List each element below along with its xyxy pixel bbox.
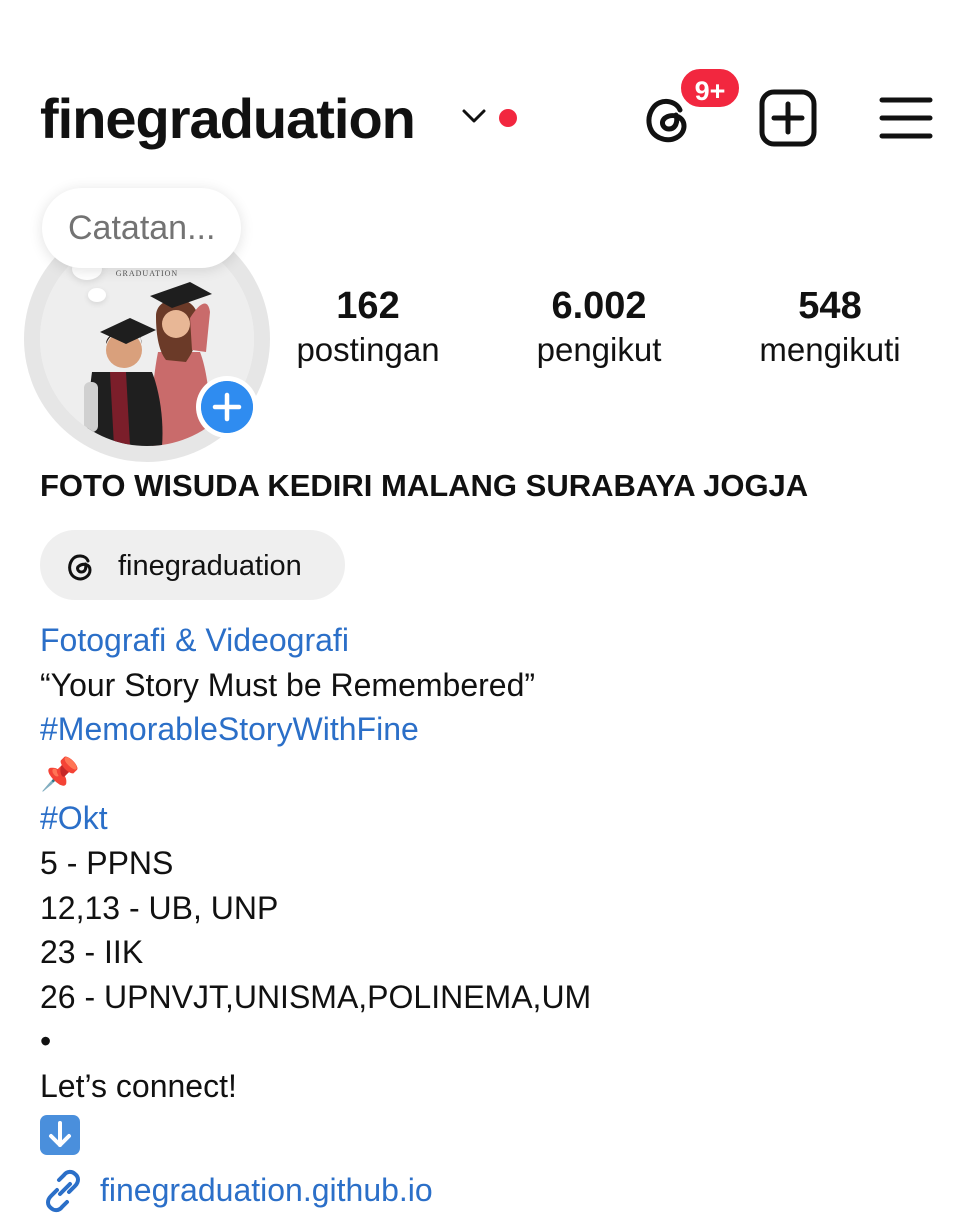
bio-hashtag[interactable]: #MemorableStoryWithFine xyxy=(40,707,940,752)
plus-icon xyxy=(201,381,253,433)
stat-label: mengikuti xyxy=(759,331,901,368)
stat-label: pengikut xyxy=(536,331,662,368)
profile-link[interactable]: finegraduation.github.io xyxy=(100,1168,433,1212)
bio-tagline: “Your Story Must be Remembered” xyxy=(40,666,536,703)
stat-following[interactable]: 548 mengikuti xyxy=(730,284,930,372)
notification-badge: 9+ xyxy=(678,66,742,110)
bio-cta: Let’s connect! xyxy=(40,1067,237,1104)
hamburger-menu-icon[interactable] xyxy=(878,94,934,142)
note-bubble-tail-small xyxy=(88,288,106,302)
display-name: FOTO WISUDA KEDIRI MALANG SURABAYA JOGJA xyxy=(40,468,809,503)
profile-username[interactable]: finegraduation xyxy=(40,84,416,154)
bio-schedule-line: 12,13 - UB, UNP xyxy=(40,889,279,926)
link-icon xyxy=(46,1169,80,1213)
bio-separator: • xyxy=(40,1023,52,1060)
bio: Fotografi & Videografi “Your Story Must … xyxy=(40,618,940,1155)
stat-followers[interactable]: 6.002 pengikut xyxy=(499,284,699,372)
chevron-down-icon[interactable] xyxy=(460,105,488,127)
threads-icon xyxy=(68,554,92,581)
pushpin-icon: 📌 xyxy=(40,755,80,792)
create-post-icon[interactable] xyxy=(758,88,818,148)
avatar-caption: GRADUATION xyxy=(116,269,178,278)
unread-dot xyxy=(499,109,517,127)
stat-value: 548 xyxy=(798,285,862,327)
bio-category[interactable]: Fotografi & Videografi xyxy=(40,618,940,663)
down-arrow-icon xyxy=(40,1109,940,1155)
bio-schedule-line: 26 - UPNVJT,UNISMA,POLINEMA,UM xyxy=(40,978,592,1015)
bio-schedule-line: 23 - IIK xyxy=(40,934,144,971)
bio-month-hashtag[interactable]: #Okt xyxy=(40,796,940,841)
stat-label: postingan xyxy=(296,331,440,368)
stat-value: 6.002 xyxy=(551,285,647,327)
bio-schedule-line: 5 - PPNS xyxy=(40,844,174,881)
threads-handle: finegraduation xyxy=(118,550,302,582)
stat-value: 162 xyxy=(336,285,400,327)
note-bubble[interactable]: Catatan... xyxy=(42,188,242,268)
stat-posts[interactable]: 162 postingan xyxy=(268,284,468,372)
